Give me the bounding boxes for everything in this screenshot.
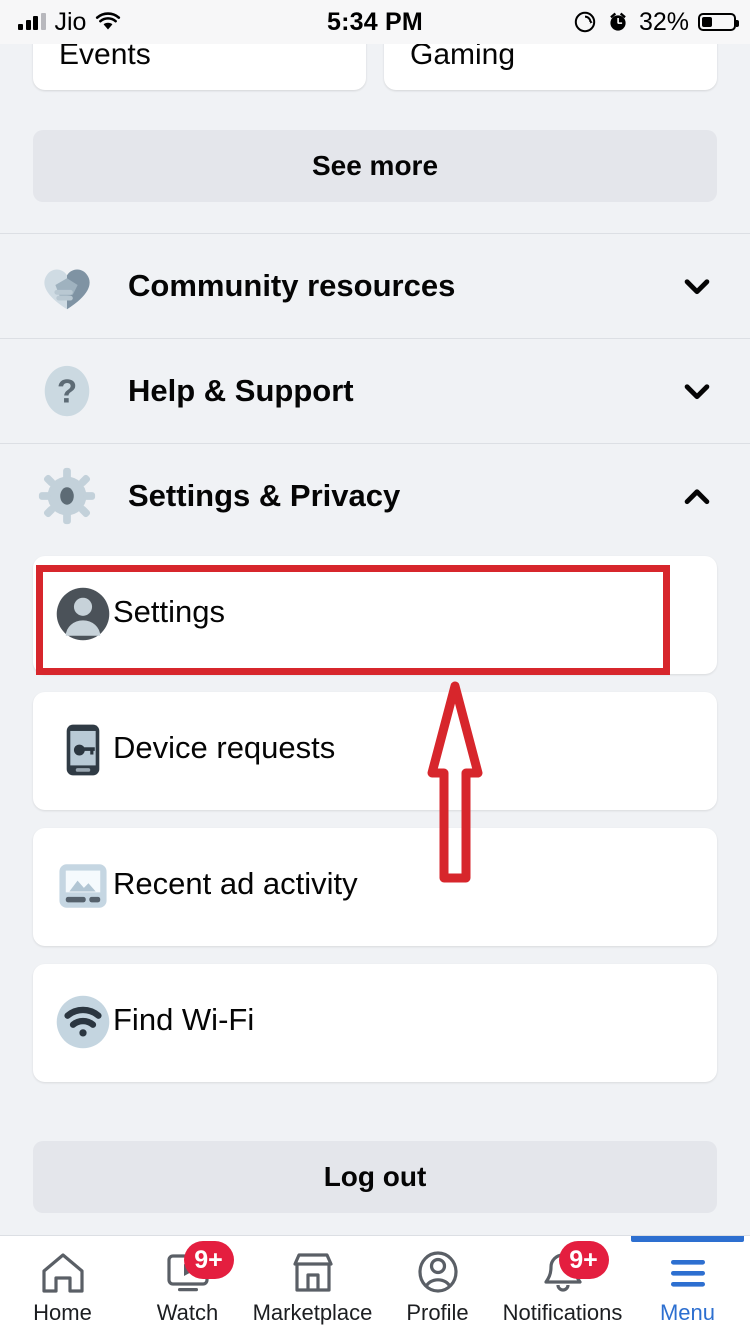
tab-label: Menu: [659, 1300, 716, 1325]
settings-item-label: Recent ad activity: [113, 866, 358, 901]
handshake-heart-icon: [44, 269, 90, 309]
tab-notifications[interactable]: 9+ Notifications: [500, 1236, 625, 1334]
settings-item-find-wifi[interactable]: Find Wi-Fi: [33, 964, 717, 1082]
chevron-up-icon[interactable]: [680, 479, 714, 513]
storefront-icon: [289, 1250, 337, 1294]
chevron-down-icon[interactable]: [680, 374, 714, 408]
logout-label: Log out: [323, 1161, 427, 1192]
tab-menu[interactable]: Menu: [625, 1236, 750, 1334]
bottom-tab-bar: Home 9+ Watch Marketplace Profile 9+ Not…: [0, 1235, 750, 1334]
section-help-support[interactable]: ? Help & Support: [0, 338, 750, 443]
see-more-label: See more: [311, 150, 439, 181]
tab-label: Home: [33, 1300, 92, 1325]
section-community-resources[interactable]: Community resources: [0, 233, 750, 338]
settings-item-recent-ad-activity[interactable]: Recent ad activity: [33, 828, 717, 946]
status-bar: Jio 5:34 PM 32%: [0, 0, 750, 44]
gear-icon: [38, 467, 96, 524]
logout-button[interactable]: Log out: [33, 1141, 717, 1213]
section-settings-privacy[interactable]: Settings & Privacy: [0, 443, 750, 548]
annotation-up-arrow: [427, 681, 483, 883]
alarm-icon: [610, 12, 626, 31]
tab-profile[interactable]: Profile: [375, 1236, 500, 1334]
badge-count: 9+: [183, 1241, 234, 1279]
active-tab-indicator: [631, 1236, 744, 1242]
wifi-circle-icon: [56, 995, 110, 1049]
ad-image-icon: [59, 864, 107, 908]
svg-text:?: ?: [57, 372, 77, 409]
battery-percent-label: 32%: [638, 7, 689, 36]
badge-count: 9+: [558, 1241, 609, 1279]
phone-key-icon: [66, 724, 100, 776]
rotation-lock-icon: [574, 11, 596, 33]
hamburger-menu-icon: [664, 1250, 712, 1294]
annotation-highlight-rectangle: [36, 565, 670, 675]
tab-label: Notifications: [502, 1300, 623, 1325]
watch-play-icon: 9+: [164, 1241, 234, 1294]
home-icon: [39, 1250, 87, 1294]
tab-label: Watch: [156, 1300, 219, 1325]
tab-marketplace[interactable]: Marketplace: [250, 1236, 375, 1334]
chevron-down-icon[interactable]: [680, 269, 714, 303]
see-more-button[interactable]: See more: [33, 130, 717, 202]
question-mark-icon: ?: [44, 365, 90, 416]
facebook-menu-screen: Events Gaming Jio 5:34 PM 32% See more C…: [0, 0, 750, 1334]
settings-item-label: Find Wi-Fi: [113, 1002, 255, 1037]
tab-label: Profile: [406, 1300, 469, 1325]
section-label: Settings & Privacy: [128, 477, 401, 513]
tab-home[interactable]: Home: [0, 1236, 125, 1334]
section-label: Community resources: [128, 267, 456, 303]
tab-watch[interactable]: 9+ Watch: [125, 1236, 250, 1334]
settings-item-label: Device requests: [113, 730, 336, 765]
status-bar-right: 32%: [573, 7, 739, 37]
bell-icon: 9+: [539, 1241, 609, 1294]
profile-circle-icon: [414, 1250, 462, 1294]
section-label: Help & Support: [128, 372, 354, 408]
settings-item-device-requests[interactable]: Device requests: [33, 692, 717, 810]
tab-label: Marketplace: [252, 1300, 373, 1325]
battery-icon: [698, 13, 739, 31]
